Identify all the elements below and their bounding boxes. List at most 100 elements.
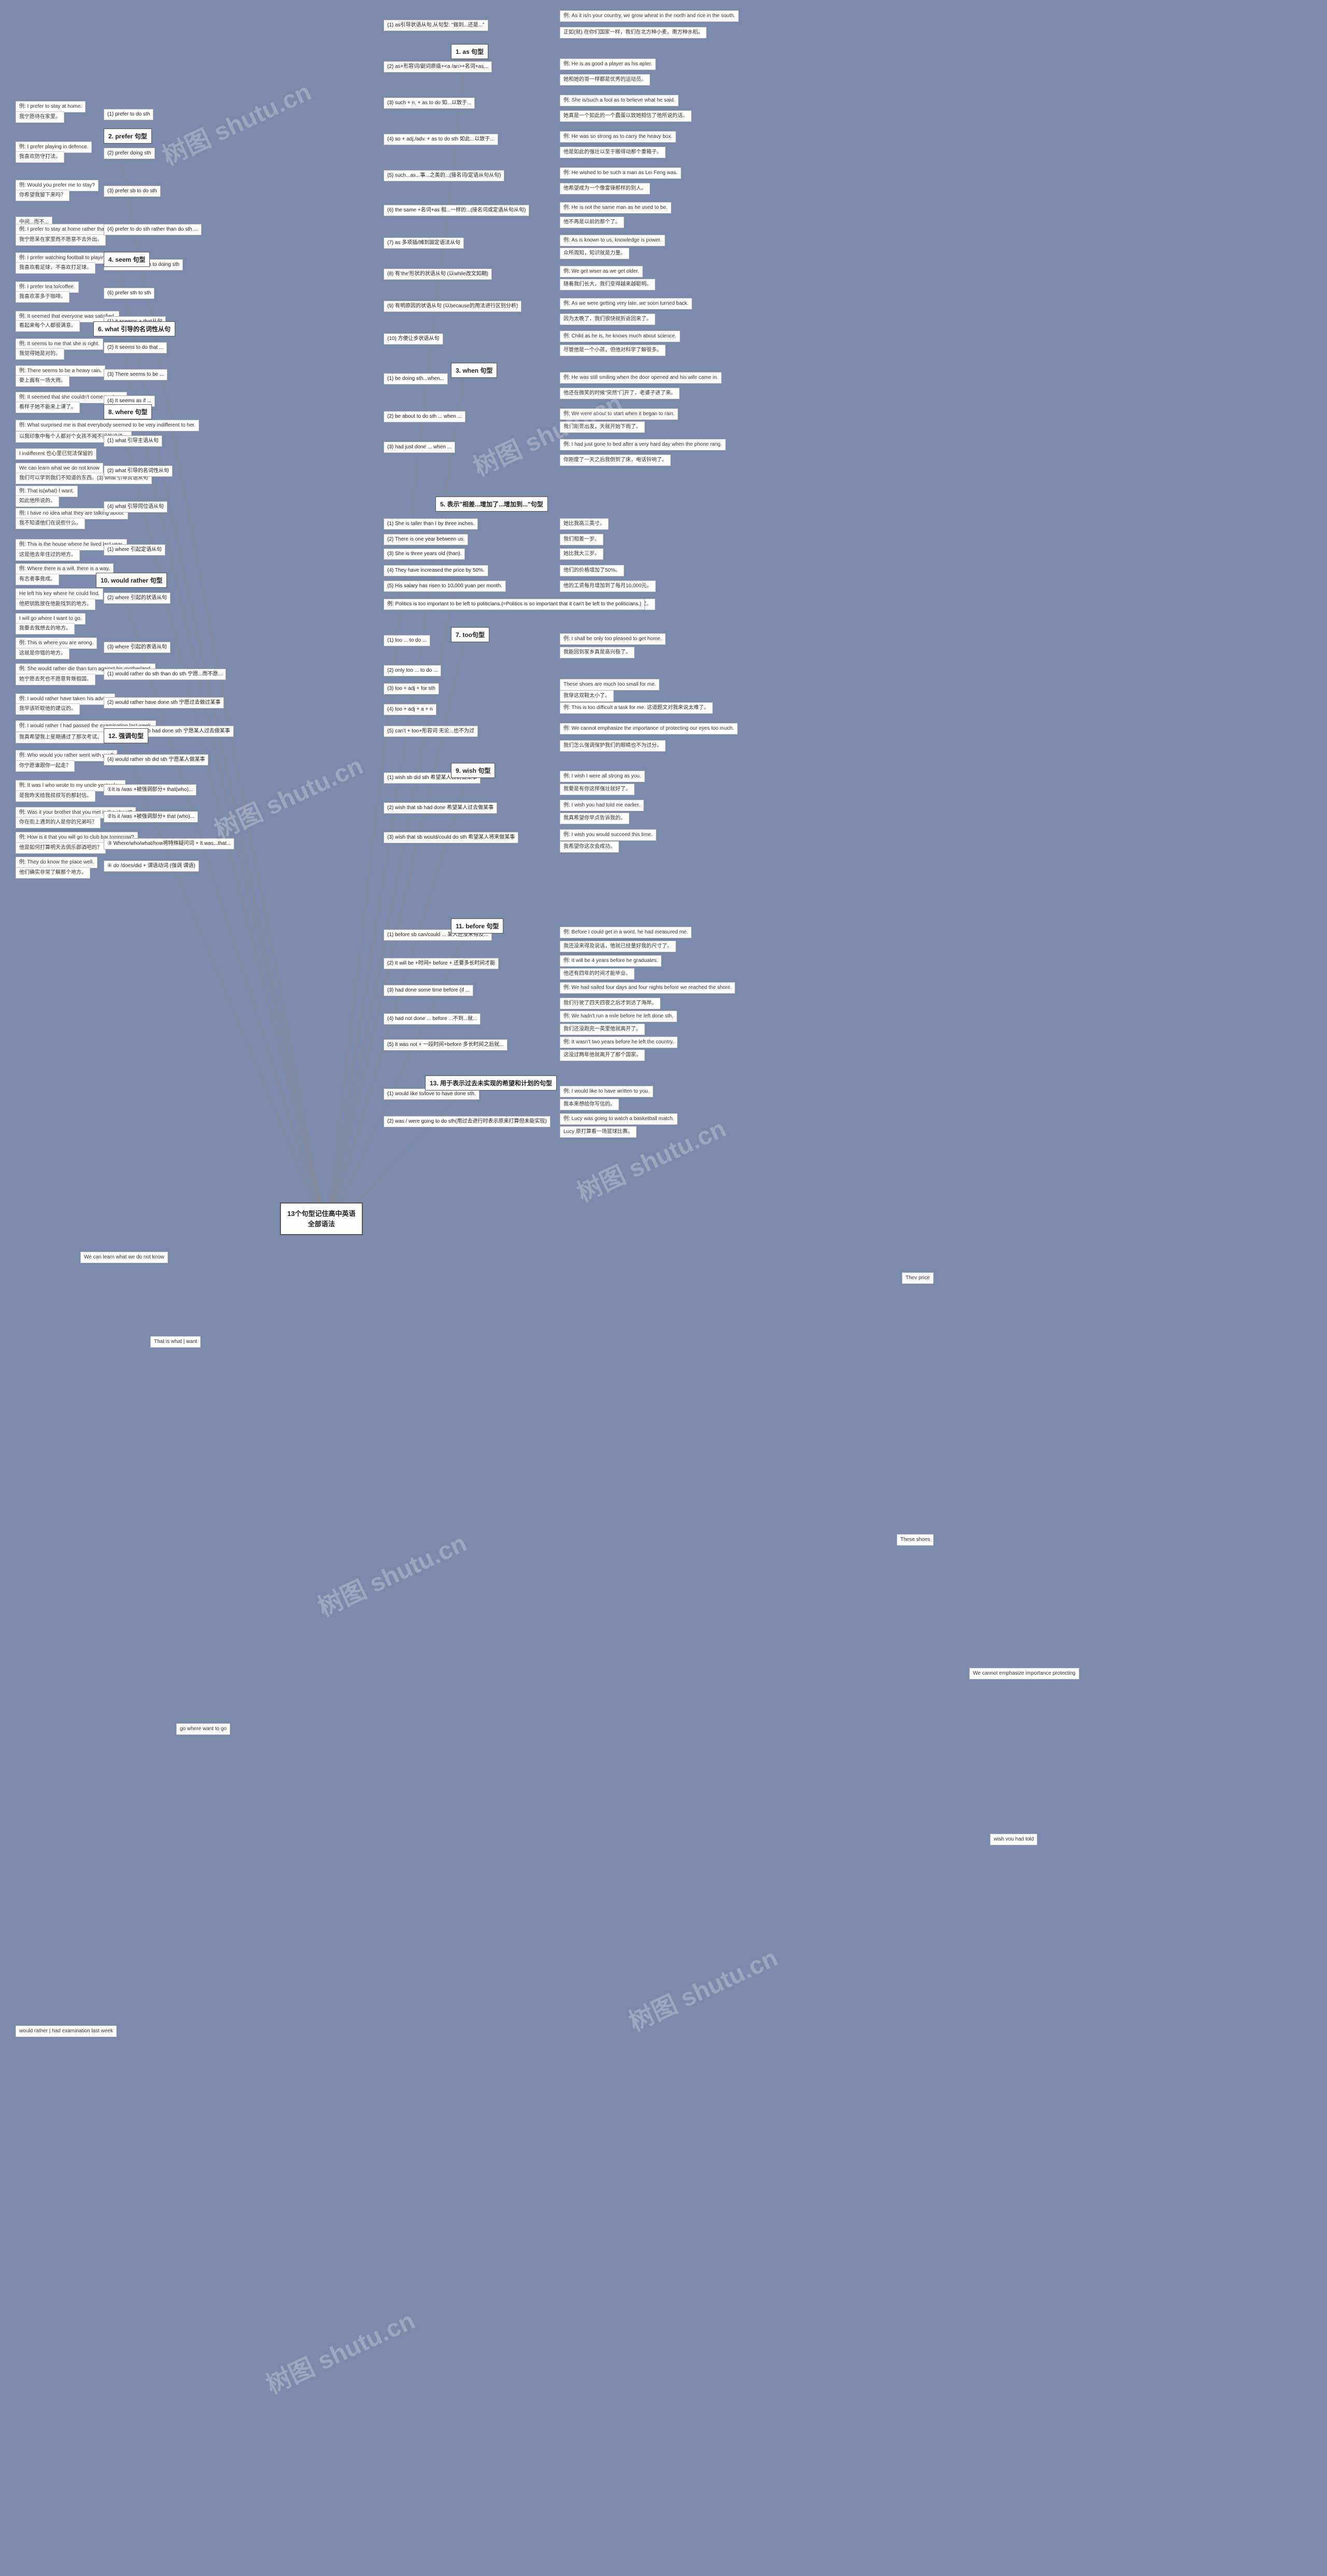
as-ex10-cn: 尽管他是一个小孩，但他对科学了解很多。 xyxy=(560,345,666,356)
before-rule-5: (5) It was not + 一段时间+before 多长时间之后就... xyxy=(384,1039,507,1051)
where-ex2-cn: 有志者事竟成。 xyxy=(16,574,59,585)
show-ex5-cn: 他的工资每月增加到了每月10,000元。 xyxy=(560,581,656,592)
these-shoes-node: These shoes xyxy=(897,1534,934,1546)
too-rule-5: (5) can't + too+形容词 无论...也不为过 xyxy=(384,726,478,737)
wish-ex3-en: 例: I wish you would succeed this time. xyxy=(560,829,656,841)
before-ex1-en: 例: Before I could get in a word, he had … xyxy=(560,927,691,938)
before-ex2-en: 例: It will be 4 years before he graduate… xyxy=(560,955,661,967)
what-intro-en: 例: What surprised me is that everybody s… xyxy=(16,420,199,431)
where-ex3-cn: 他把钥匙放在他能找到的地方。 xyxy=(16,599,95,610)
too-ex4-en: 例: This is too difficult a task for me. … xyxy=(560,702,713,714)
as-ex2-en: 例: He is as good a player as his apler. xyxy=(560,59,656,70)
seem-rule-3: (3) There seems to be ... xyxy=(104,369,167,380)
wr-ex4-cn: 你宁愿谁跟你一起走？ xyxy=(16,760,75,772)
category-as-label: 1. as 句型 xyxy=(456,48,484,55)
category-stress: 12. 强调句型 xyxy=(104,728,148,743)
show-rule-4: (4) They have increased the price by 50%… xyxy=(384,565,488,576)
as-ex2-cn: 她和她的哥一样都是优秀的运动员。 xyxy=(560,74,650,86)
where-ex5-cn: 这就是你错的地方。 xyxy=(16,648,69,659)
fp-ex2-cn: Lucy 原打算看一场篮球比赛。 xyxy=(560,1126,637,1138)
as-rule-4: (4) so + adj./adv. + as to do sth 如此...以… xyxy=(384,134,498,145)
category-prefer: 2. prefer 句型 xyxy=(104,129,152,144)
what-rule-1: (1) what 引导主语从句 xyxy=(104,435,162,447)
show-rule-3: (3) She is three years old (than). xyxy=(384,548,465,560)
as-rule-5: (5) such...as...事...之类的...(接名词/定语从句从句) xyxy=(384,170,504,181)
seem-rule-2: (2) It seems to do that ... xyxy=(104,342,167,353)
too-ex3-en: These shoes are much too small for me. xyxy=(560,679,659,690)
when-ex1-cn: 他还在微笑的时候"突然"门开了，老婆子进了来。 xyxy=(560,388,680,399)
when-ex2-cn: 我们刚要出发，天就开始下雨了。 xyxy=(560,421,645,433)
category-wish: 9. wish 句型 xyxy=(451,763,495,778)
where-rule-2: (2) where 引起的状语从句 xyxy=(104,592,171,604)
as-ex8-cn: 随着我们长大，我们变得越来越聪明。 xyxy=(560,279,655,290)
as-ex8-en: 例: We get wiser as we get older. xyxy=(560,266,643,277)
wr-ex2-cn: 我早该听取他的建议的。 xyxy=(16,703,80,715)
price-node: Thev price xyxy=(902,1272,934,1284)
too-ex3-cn: 我穿这双鞋太小了。 xyxy=(560,690,614,702)
as-rule-2: (2) as+形容词/副词原级+<a /an>+名词+as... xyxy=(384,61,492,73)
prefer-ex6-cn: 我喜欢茶多于咖啡。 xyxy=(16,291,69,303)
cannot-emphasize-node: We cannot emphasize importance protectin… xyxy=(969,1668,1079,1679)
watermark-6: 树图 shutu.cn xyxy=(622,1937,783,2038)
too-ex5-en: 例: We cannot emphasize the importance of… xyxy=(560,723,738,734)
when-ex3-en: 例: I had just gone to bed after a very h… xyxy=(560,439,726,450)
watermark-1: 树图 shutu.cn xyxy=(156,72,316,172)
wish-ex1-en: 例: I wish I were all strong as you. xyxy=(560,771,645,782)
prefer-intro-cn: 我宁愿待在家里。 xyxy=(16,111,64,123)
wish-rule-3: (3) wish that sb would/could do sth 希望某人… xyxy=(384,832,518,843)
as-ex3-en: 例: She is/such a fool as to believe what… xyxy=(560,95,679,106)
stress-rule-2: ②Is it /was +被强调部分+ that (who)... xyxy=(104,811,198,823)
where-ex4-cn: 我要去我想去的地方。 xyxy=(16,623,75,634)
category-before: 11. before 句型 xyxy=(451,918,503,933)
where-intro-cn: 这是他去年住过的地方。 xyxy=(16,549,80,561)
wr-intro-cn: 她宁愿去死也不愿意背叛祖国。 xyxy=(16,674,95,685)
as-ex5-en: 例: He wished to be such a man as Lei Fen… xyxy=(560,167,681,179)
as-rule-9: (9) 有明原因的状语从句 (以because的用法进行区别分析) xyxy=(384,301,521,312)
prefer-rule-6: (6) prefer sth to sth xyxy=(104,288,154,299)
where-ex3-en: He left his key where he could find. xyxy=(16,588,103,600)
as-ex3-cn: 她真是一个如此的一个蠢蛋以致她相信了他所说的话。 xyxy=(560,110,691,122)
what-rule-3: (4) what 引导同位语从句 xyxy=(104,501,167,513)
stress-ex3-cn: 他是如何打算明天去俱乐部酒吧的？ xyxy=(16,842,106,854)
what-ex2: I indifferent 也心里已觉法保留的 xyxy=(16,448,96,460)
category-where: 8. where 句型 xyxy=(104,404,152,419)
category-when: 3. when 句型 xyxy=(451,363,497,378)
what-ex4-cn: 如此他所说的。 xyxy=(16,496,59,507)
when-ex3-cn: 你刚度了一天之后我倒到了床，电话铃响了。 xyxy=(560,455,671,466)
before-rule-2: (2) It will be +时间+ before + 还要多长时间才能 xyxy=(384,958,499,969)
show-rule-1: (1) She is taller than I by three inches… xyxy=(384,518,478,530)
before-rule-4: (4) had not done ... before ...不到...就... xyxy=(384,1013,481,1025)
seem-ex3-cn: 要上面有一场大雨。 xyxy=(16,375,69,387)
when-rule-1: (1) be doing sth...when... xyxy=(384,373,448,385)
wish-rule-2: (2) wish that sb had done 希望某人过去做某事 xyxy=(384,802,497,814)
category-seem: 4. seem 句型 xyxy=(104,252,150,267)
mind-map-container: 树图 shutu.cn 树图 shutu.cn 树图 shutu.cn 树图 s… xyxy=(0,0,1327,2576)
as-ex7-en: 例: As is known to us, knowledge is power… xyxy=(560,235,665,246)
we-can-learn-node: We can learn what we do not know xyxy=(80,1252,168,1263)
stress-intro-cn: 是我昨天给我叔叔写的那封信。 xyxy=(16,790,95,802)
before-rule-3: (3) had done some time before (if ... xyxy=(384,985,473,996)
before-ex1-cn: 我还没来得及说话，他就已经量好我的尺寸了。 xyxy=(560,941,676,952)
category-show: 5. 表示"相差...增加了...增加到..."句型 xyxy=(435,497,548,512)
prefer-rule-4: (4) prefer to do sth rather than do sth … xyxy=(104,224,202,235)
as-rule-1: (1) as引导状语从句,从句型: "做到...还是..." xyxy=(384,20,488,31)
before-ex4-cn: 我们还没跑完一英里他就离开了。 xyxy=(560,1024,645,1035)
before-ex3-cn: 我们行驶了四天四夜之后才到达了海岸。 xyxy=(560,998,660,1009)
as-rule-8: (8) 有'the'形状的状语从句 (以while改文如期) xyxy=(384,268,492,280)
as-ex4-cn: 他是如此的强壮以至于搬得动那个重箱子。 xyxy=(560,147,666,158)
where-ex5-en: 例: This is where you are wrong. xyxy=(16,638,97,649)
wish-ex2-cn: 我真希望你早点告诉我的。 xyxy=(560,813,629,824)
would-rather-exam-node: would rather | had examination last week xyxy=(16,2026,117,2037)
category-as: 1. as 句型 xyxy=(451,44,488,59)
wish-ex3-cn: 我希望你这次会成功。 xyxy=(560,841,619,853)
as-rule-3: (3) such + n. + as to do 如...以致于... xyxy=(384,97,475,109)
as-rule-6: (6) the same +名词+as 相...一样的...(接名词或定语从句从… xyxy=(384,205,529,216)
before-ex4-en: 例: We hadn't run a mile before he left d… xyxy=(560,1011,677,1022)
as-ex5-cn: 他希望成为一个像雷锋那样的别人。 xyxy=(560,183,650,194)
seem-intro-cn: 看起来每个人都很满意。 xyxy=(16,320,80,332)
go-where-node: go where want to go xyxy=(176,1723,230,1735)
wish-told-node: wish vou had told xyxy=(990,1834,1037,1845)
fp-ex1-en: 例: I would like to have written to you. xyxy=(560,1086,653,1097)
watermark-5: 树图 shutu.cn xyxy=(311,1523,472,1623)
as-ex1-en: 例: As it is/n your country, we grow whea… xyxy=(560,10,739,22)
